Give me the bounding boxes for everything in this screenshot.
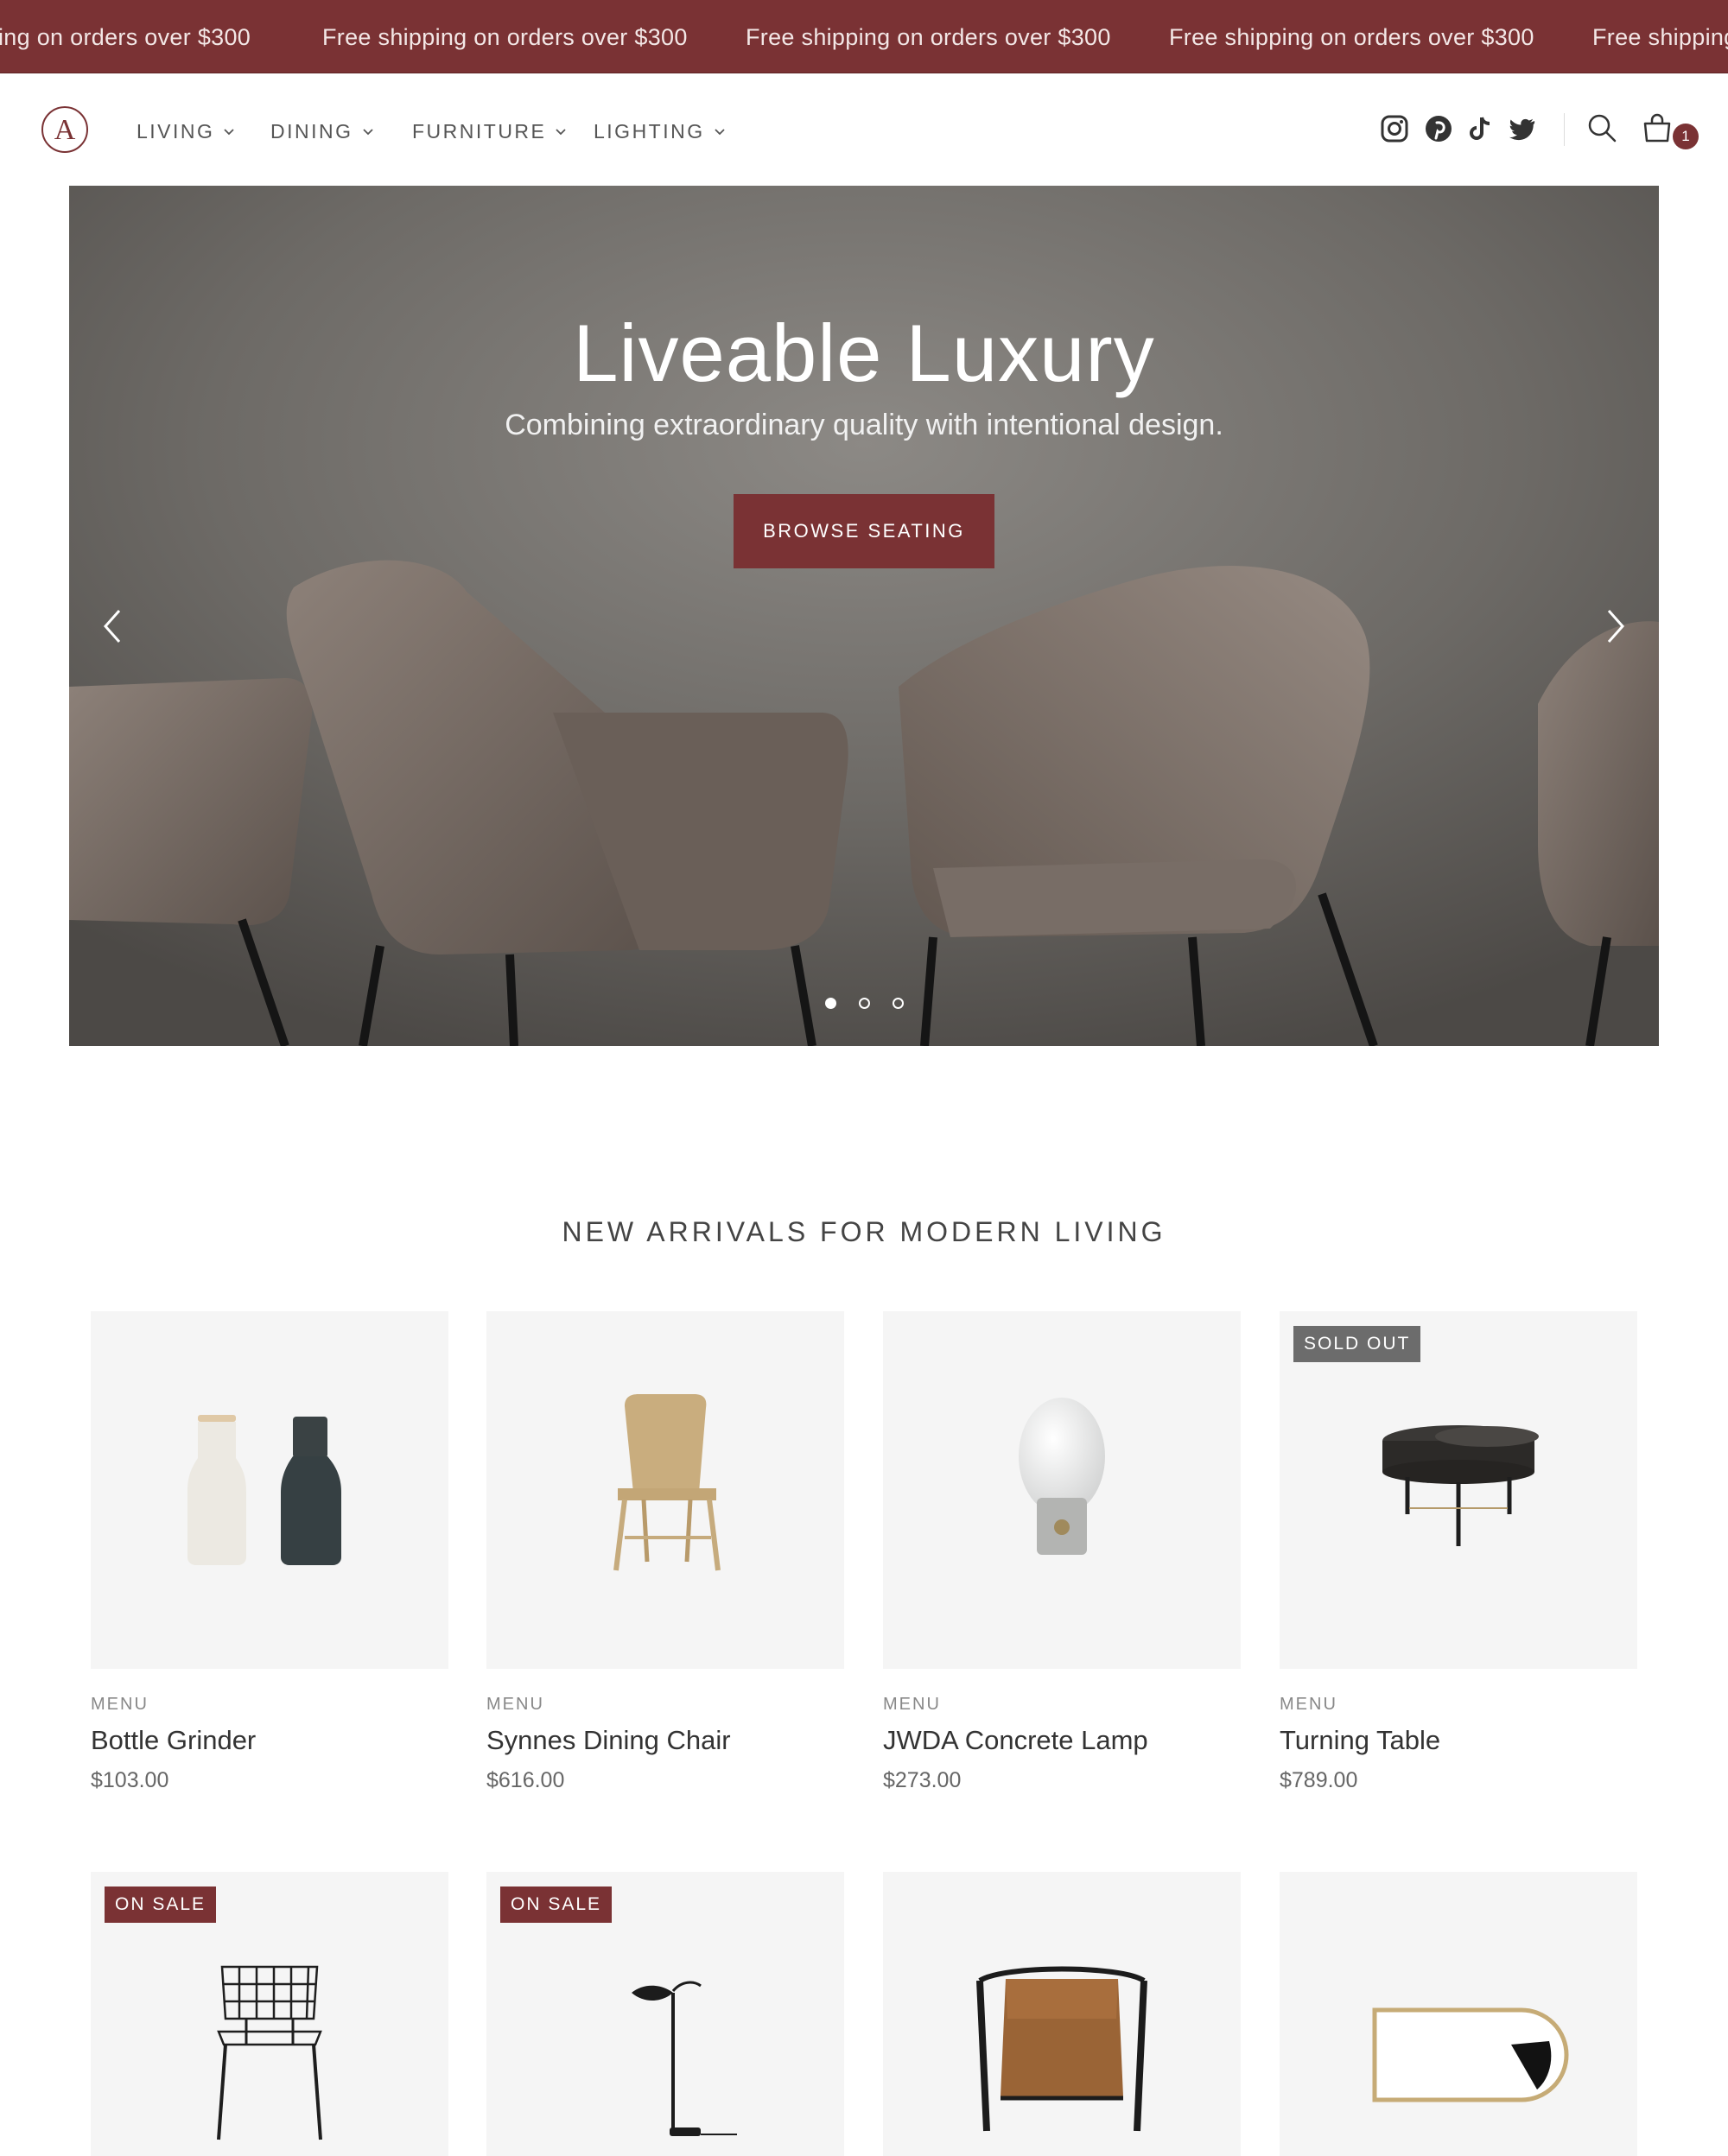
bottle-grinder-image [187,1415,341,1565]
nav-label: LIVING [137,120,215,143]
product-image[interactable]: ON SALE [486,1872,844,2156]
product-vendor: MENU [1280,1695,1337,1714]
product-image[interactable] [883,1872,1241,2156]
hero-slideshow: Liveable Luxury Combining extraordinary … [69,186,1659,1046]
site-header: A LIVING DINING FURNITURE LIGHTING 1 [0,73,1728,186]
product-card[interactable]: MENU Synnes Dining Chair $616.00 [486,1311,844,1793]
turning-table-image [1382,1425,1539,1546]
product-card[interactable] [883,1872,1241,2156]
dining-chair-image [613,1394,721,1571]
product-price: $103.00 [91,1768,169,1792]
product-name[interactable]: Bottle Grinder [91,1725,448,1756]
cart-count-badge: 1 [1673,124,1699,149]
announcement-message: ing on orders over $300 [0,24,251,50]
instagram-icon[interactable] [1380,114,1409,143]
product-name[interactable]: Synnes Dining Chair [486,1725,844,1756]
pinterest-icon[interactable] [1424,114,1453,143]
product-image[interactable]: ON SALE [91,1872,448,2156]
product-vendor: MENU [486,1695,544,1714]
twitter-icon[interactable] [1508,114,1537,143]
hero-subtitle: Combining extraordinary quality with int… [505,409,1223,441]
search-icon[interactable] [1586,112,1617,143]
product-price: $273.00 [883,1768,962,1792]
product-vendor: MENU [91,1695,149,1714]
announcement-bar: ing on orders over $300 Free shipping on… [0,0,1728,73]
nav-item-furniture[interactable]: FURNITURE [412,120,567,143]
product-image[interactable] [1280,1872,1637,2156]
logo-letter: A [54,114,76,146]
mirror-image [1372,2007,1569,2102]
announcement-message: Free shipping on orders over $300 [746,24,1111,50]
nav-label: FURNITURE [412,120,547,143]
hero-title: Liveable Luxury [573,308,1155,398]
product-vendor: MENU [883,1695,941,1714]
slide-dot[interactable] [824,998,836,1009]
announcement-message: Free shipping on orders over $300 [1169,24,1534,50]
product-image[interactable] [486,1311,844,1669]
section-title: NEW ARRIVALS FOR MODERN LIVING [562,1216,1166,1247]
nav-item-lighting[interactable]: LIGHTING [594,120,726,143]
nav-item-dining[interactable]: DINING [270,120,374,143]
product-image[interactable] [91,1311,448,1669]
product-card[interactable] [1280,1872,1637,2156]
announcement-message: Free shipping on orders over $300 [322,24,688,50]
product-image[interactable]: SOLD OUT [1280,1311,1637,1669]
product-card[interactable]: MENU Bottle Grinder $103.00 [91,1311,448,1793]
product-name[interactable]: JWDA Concrete Lamp [883,1725,1241,1756]
sold-out-badge: SOLD OUT [1293,1326,1421,1362]
chevron-down-icon [362,128,373,135]
browse-seating-button[interactable]: BROWSE SEATING [734,494,994,568]
header-divider [1564,113,1565,146]
chevron-down-icon [224,128,235,135]
chevron-left-icon[interactable] [95,600,130,652]
chevron-down-icon [556,128,567,135]
on-sale-badge: ON SALE [500,1886,613,1923]
slide-dot[interactable] [892,998,904,1009]
nav-label: LIGHTING [594,120,705,143]
slide-indicators [69,998,1659,1013]
product-card[interactable]: SOLD OUT MENU Turning Table $789.00 [1280,1311,1637,1793]
lounge-chair-image [976,1966,1147,2132]
product-card[interactable]: ON SALE [486,1872,844,2156]
tiktok-icon[interactable] [1466,114,1496,143]
concrete-lamp-image [1019,1398,1105,1555]
site-logo[interactable]: A [41,106,88,153]
product-price: $616.00 [486,1768,565,1792]
slide-dot[interactable] [858,998,870,1009]
nav-item-living[interactable]: LIVING [137,120,235,143]
product-card[interactable]: ON SALE [91,1872,448,2156]
on-sale-badge: ON SALE [105,1886,217,1923]
cart-icon[interactable] [1642,112,1673,143]
product-card[interactable]: MENU JWDA Concrete Lamp $273.00 [883,1311,1241,1793]
product-name[interactable]: Turning Table [1280,1725,1637,1756]
product-image[interactable] [883,1311,1241,1669]
chevron-right-icon[interactable] [1598,600,1633,652]
nav-label: DINING [270,120,353,143]
announcement-message: Free shipping [1592,24,1728,50]
product-price: $789.00 [1280,1768,1358,1792]
chevron-down-icon [714,128,725,135]
